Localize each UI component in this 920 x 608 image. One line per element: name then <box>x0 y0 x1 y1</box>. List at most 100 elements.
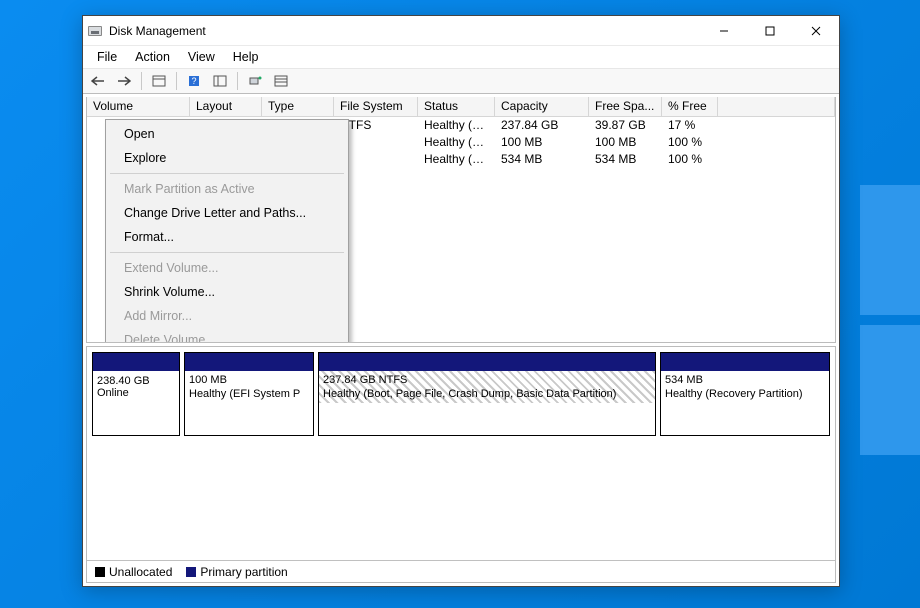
toolbar-rescan[interactable] <box>244 71 266 91</box>
legend-primary-label: Primary partition <box>200 565 287 579</box>
partition-body: 534 MBHealthy (Recovery Partition) <box>661 371 829 403</box>
minimize-icon <box>719 26 729 36</box>
partition-desc-label: Healthy (Recovery Partition) <box>665 387 825 401</box>
menubar: File Action View Help <box>83 46 839 68</box>
context-menu-item[interactable]: Shrink Volume... <box>106 280 348 304</box>
maximize-button[interactable] <box>747 16 793 46</box>
partition-size-label: 237.84 GB NTFS <box>323 373 651 387</box>
disk-icon <box>88 26 102 36</box>
legend-unallocated-label: Unallocated <box>109 565 172 579</box>
disk-strip: 238.40 GB Online 100 MBHealthy (EFI Syst… <box>92 352 830 436</box>
menu-view[interactable]: View <box>180 48 223 66</box>
menu-action[interactable]: Action <box>127 48 178 66</box>
app-window: Disk Management File Action View Help <box>82 15 840 587</box>
toolbar-separator <box>141 72 142 90</box>
partition-body: 100 MBHealthy (EFI System P <box>185 371 313 403</box>
col-type[interactable]: Type <box>262 97 334 116</box>
context-menu-item[interactable]: Format... <box>106 225 348 249</box>
menu-file[interactable]: File <box>89 48 125 66</box>
disk-header-stripe <box>93 353 179 371</box>
partitions-container: 100 MBHealthy (EFI System P237.84 GB NTF… <box>184 352 830 436</box>
context-menu-separator <box>110 252 344 253</box>
col-status[interactable]: Status <box>418 97 495 116</box>
context-menu-item: Delete Volume... <box>106 328 348 343</box>
volume-context-menu: OpenExploreMark Partition as ActiveChang… <box>105 119 349 343</box>
cell: 39.87 GB <box>589 117 662 134</box>
cell <box>718 151 835 168</box>
menu-help[interactable]: Help <box>225 48 267 66</box>
cell: 100 % <box>662 134 718 151</box>
cell <box>718 117 835 134</box>
partition-box[interactable]: 100 MBHealthy (EFI System P <box>184 352 314 436</box>
col-pct-free[interactable]: % Free <box>662 97 718 116</box>
cell: 237.84 GB <box>495 117 589 134</box>
partition-body: 237.84 GB NTFSHealthy (Boot, Page File, … <box>319 371 655 403</box>
partition-box[interactable]: 534 MBHealthy (Recovery Partition) <box>660 352 830 436</box>
context-menu-item[interactable]: Change Drive Letter and Paths... <box>106 201 348 225</box>
partition-size-label: 100 MB <box>189 373 309 387</box>
col-spacer <box>718 97 835 116</box>
window-title: Disk Management <box>107 24 701 38</box>
legend: Unallocated Primary partition <box>87 560 835 582</box>
disk-state-label: Online <box>97 387 175 399</box>
cell <box>718 134 835 151</box>
context-menu-item[interactable]: Explore <box>106 146 348 170</box>
col-filesystem[interactable]: File System <box>334 97 418 116</box>
desktop-accent-2 <box>860 325 920 455</box>
arrow-right-icon <box>117 76 131 86</box>
partition-stripe <box>185 353 313 371</box>
legend-unallocated: Unallocated <box>95 565 172 579</box>
svg-text:?: ? <box>191 76 196 86</box>
titlebar: Disk Management <box>83 16 839 46</box>
toolbar-back[interactable] <box>87 71 109 91</box>
cell: 534 MB <box>495 151 589 168</box>
context-menu-item: Extend Volume... <box>106 256 348 280</box>
col-free-space[interactable]: Free Spa... <box>589 97 662 116</box>
cell: 534 MB <box>589 151 662 168</box>
cell: 100 MB <box>589 134 662 151</box>
partition-desc-label: Healthy (Boot, Page File, Crash Dump, Ba… <box>323 387 651 401</box>
desktop-accent-1 <box>860 185 920 315</box>
grid-icon <box>152 75 166 87</box>
app-icon <box>83 26 107 36</box>
partition-box[interactable]: 237.84 GB NTFSHealthy (Boot, Page File, … <box>318 352 656 436</box>
close-icon <box>811 26 821 36</box>
volume-header-row: Volume Layout Type File System Status Ca… <box>87 97 835 117</box>
toolbar-refresh[interactable] <box>148 71 170 91</box>
toolbar-properties[interactable] <box>270 71 292 91</box>
toolbar-separator <box>237 72 238 90</box>
toolbar-separator <box>176 72 177 90</box>
legend-primary: Primary partition <box>186 565 287 579</box>
toolbar-forward[interactable] <box>113 71 135 91</box>
list-icon <box>274 75 288 87</box>
cell: Healthy (E... <box>418 134 495 151</box>
cell: Healthy (R... <box>418 151 495 168</box>
partition-stripe <box>319 353 655 371</box>
close-button[interactable] <box>793 16 839 46</box>
maximize-icon <box>765 26 775 36</box>
cell: 100 % <box>662 151 718 168</box>
context-menu-separator <box>110 173 344 174</box>
disk-size-label: 238.40 GB <box>97 375 175 387</box>
disk-header-box[interactable]: 238.40 GB Online <box>92 352 180 436</box>
col-layout[interactable]: Layout <box>190 97 262 116</box>
toolbar-settings[interactable] <box>209 71 231 91</box>
cell: 100 MB <box>495 134 589 151</box>
graphical-view-pane: 238.40 GB Online 100 MBHealthy (EFI Syst… <box>86 346 836 583</box>
arrow-left-icon <box>91 76 105 86</box>
toolbar: ? <box>83 68 839 94</box>
partition-stripe <box>661 353 829 371</box>
minimize-button[interactable] <box>701 16 747 46</box>
legend-swatch-primary <box>186 567 196 577</box>
context-menu-item: Add Mirror... <box>106 304 348 328</box>
context-menu-item[interactable]: Open <box>106 122 348 146</box>
cell: Healthy (B... <box>418 117 495 134</box>
col-capacity[interactable]: Capacity <box>495 97 589 116</box>
col-volume[interactable]: Volume <box>87 97 190 116</box>
cell: 17 % <box>662 117 718 134</box>
help-icon: ? <box>188 75 200 87</box>
partition-size-label: 534 MB <box>665 373 825 387</box>
volume-list-pane: Volume Layout Type File System Status Ca… <box>86 97 836 343</box>
partition-desc-label: Healthy (EFI System P <box>189 387 309 401</box>
toolbar-help[interactable]: ? <box>183 71 205 91</box>
